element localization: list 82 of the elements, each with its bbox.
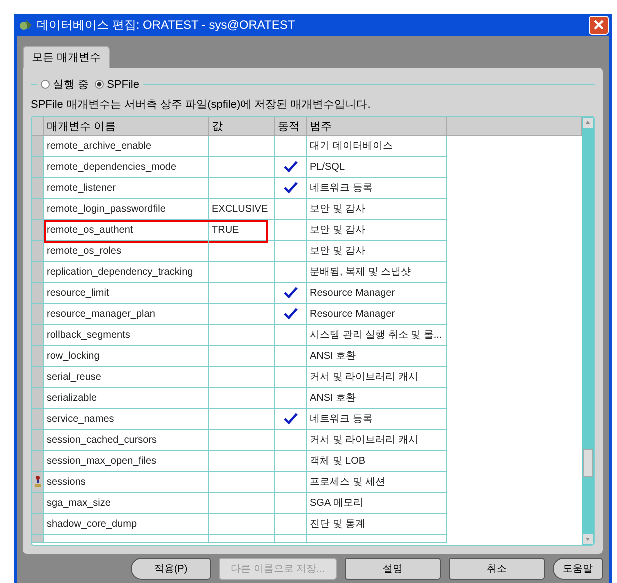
table-cell: 보안 및 감사	[307, 199, 447, 220]
table-cell: 시스템 관리 실행 취소 및 롤...	[307, 325, 447, 346]
table-cell: 프로세스 및 세션	[307, 472, 447, 493]
table-cell: TRUE	[209, 220, 275, 241]
table-cell: 커서 및 라이브러리 캐시	[307, 430, 447, 451]
table-cell: service_names	[44, 409, 209, 430]
table-cell: 객체 및 LOB	[307, 451, 447, 472]
tab[interactable]: 모든 매개변수	[23, 46, 110, 68]
app-icon	[19, 18, 33, 32]
scroll-thumb[interactable]	[583, 449, 593, 477]
table-cell: remote_archive_enable	[44, 136, 209, 157]
scrollbar[interactable]	[582, 117, 594, 545]
table-cell: rollback_segments	[44, 325, 209, 346]
table-cell: SGA 메모리	[307, 493, 447, 514]
table-cell: resource_limit	[44, 283, 209, 304]
table-cell: session_cached_cursors	[44, 430, 209, 451]
table-cell: session_max_open_files	[44, 451, 209, 472]
table-cell	[275, 220, 307, 241]
table-cell: Resource Manager	[307, 304, 447, 325]
table-cell	[275, 493, 307, 514]
table-cell: PL/SQL	[307, 157, 447, 178]
table-cell: ANSI 호환	[307, 388, 447, 409]
close-button[interactable]	[589, 16, 609, 34]
table-cell: 진단 및 통계	[307, 514, 447, 535]
table-cell: EXCLUSIVE	[209, 199, 275, 220]
dialog-button[interactable]: 취소	[449, 558, 545, 580]
scroll-down-icon[interactable]	[583, 534, 593, 544]
table-cell: serializable	[44, 388, 209, 409]
table-cell	[275, 514, 307, 535]
scroll-up-icon[interactable]	[583, 118, 593, 128]
table-cell	[275, 451, 307, 472]
header-corner	[32, 117, 44, 136]
table-cell	[209, 346, 275, 367]
column-header[interactable]: 동적	[275, 117, 307, 136]
table-cell	[209, 493, 275, 514]
table-cell: remote_dependencies_mode	[44, 157, 209, 178]
table-cell	[209, 514, 275, 535]
table-cell	[209, 367, 275, 388]
table-cell	[209, 241, 275, 262]
table-cell: remote_os_roles	[44, 241, 209, 262]
table-cell: 보안 및 감사	[307, 241, 447, 262]
table-cell	[209, 451, 275, 472]
column-header[interactable]: 매개변수 이름	[44, 117, 209, 136]
table-cell: remote_listener	[44, 178, 209, 199]
dialog-button[interactable]: 도움말	[553, 558, 603, 580]
table-cell: 네트워크 등록	[307, 409, 447, 430]
close-icon	[593, 19, 605, 31]
table-cell: row_locking	[44, 346, 209, 367]
table-cell: 대기 데이터베이스	[307, 136, 447, 157]
window-title: 데이터베이스 편집: ORATEST - sys@ORATEST	[37, 16, 296, 34]
table-cell	[209, 388, 275, 409]
description-text: SPFile 매개변수는 서버측 상주 파일(spfile)에 저장된 매개변수입니다.	[31, 98, 372, 112]
column-header[interactable]: 범주	[307, 117, 447, 136]
table-cell: 네트워크 등록	[307, 178, 447, 199]
table-cell	[275, 241, 307, 262]
dialog-button[interactable]: 설명	[345, 558, 441, 580]
table-cell: resource_manager_plan	[44, 304, 209, 325]
table-cell	[209, 136, 275, 157]
table-cell: ANSI 호환	[307, 346, 447, 367]
table-cell	[209, 430, 275, 451]
table-cell: 보안 및 감사	[307, 220, 447, 241]
table-cell: sessions	[44, 472, 209, 493]
table-cell	[275, 346, 307, 367]
column-header[interactable]: 값	[209, 117, 275, 136]
radio-option[interactable]: 실행 중	[41, 77, 90, 92]
dialog-button[interactable]: 적용(P)	[131, 558, 211, 580]
table-cell	[209, 325, 275, 346]
table-cell	[209, 472, 275, 493]
table-cell: Resource Manager	[307, 283, 447, 304]
table-cell	[209, 262, 275, 283]
table-cell: remote_login_passwordfile	[44, 199, 209, 220]
table-cell	[275, 472, 307, 493]
table-cell: shadow_core_dump	[44, 514, 209, 535]
radio-option[interactable]: SPFile	[95, 77, 140, 92]
table-cell: serial_reuse	[44, 367, 209, 388]
table-cell: remote_os_authent	[44, 220, 209, 241]
table-cell: 분배됨, 복제 및 스냅샷	[307, 262, 447, 283]
table-cell	[275, 367, 307, 388]
table-cell: 커서 및 라이브러리 캐시	[307, 367, 447, 388]
table-cell: replication_dependency_tracking	[44, 262, 209, 283]
row-header[interactable]	[32, 472, 44, 493]
table-cell: sga_max_size	[44, 493, 209, 514]
